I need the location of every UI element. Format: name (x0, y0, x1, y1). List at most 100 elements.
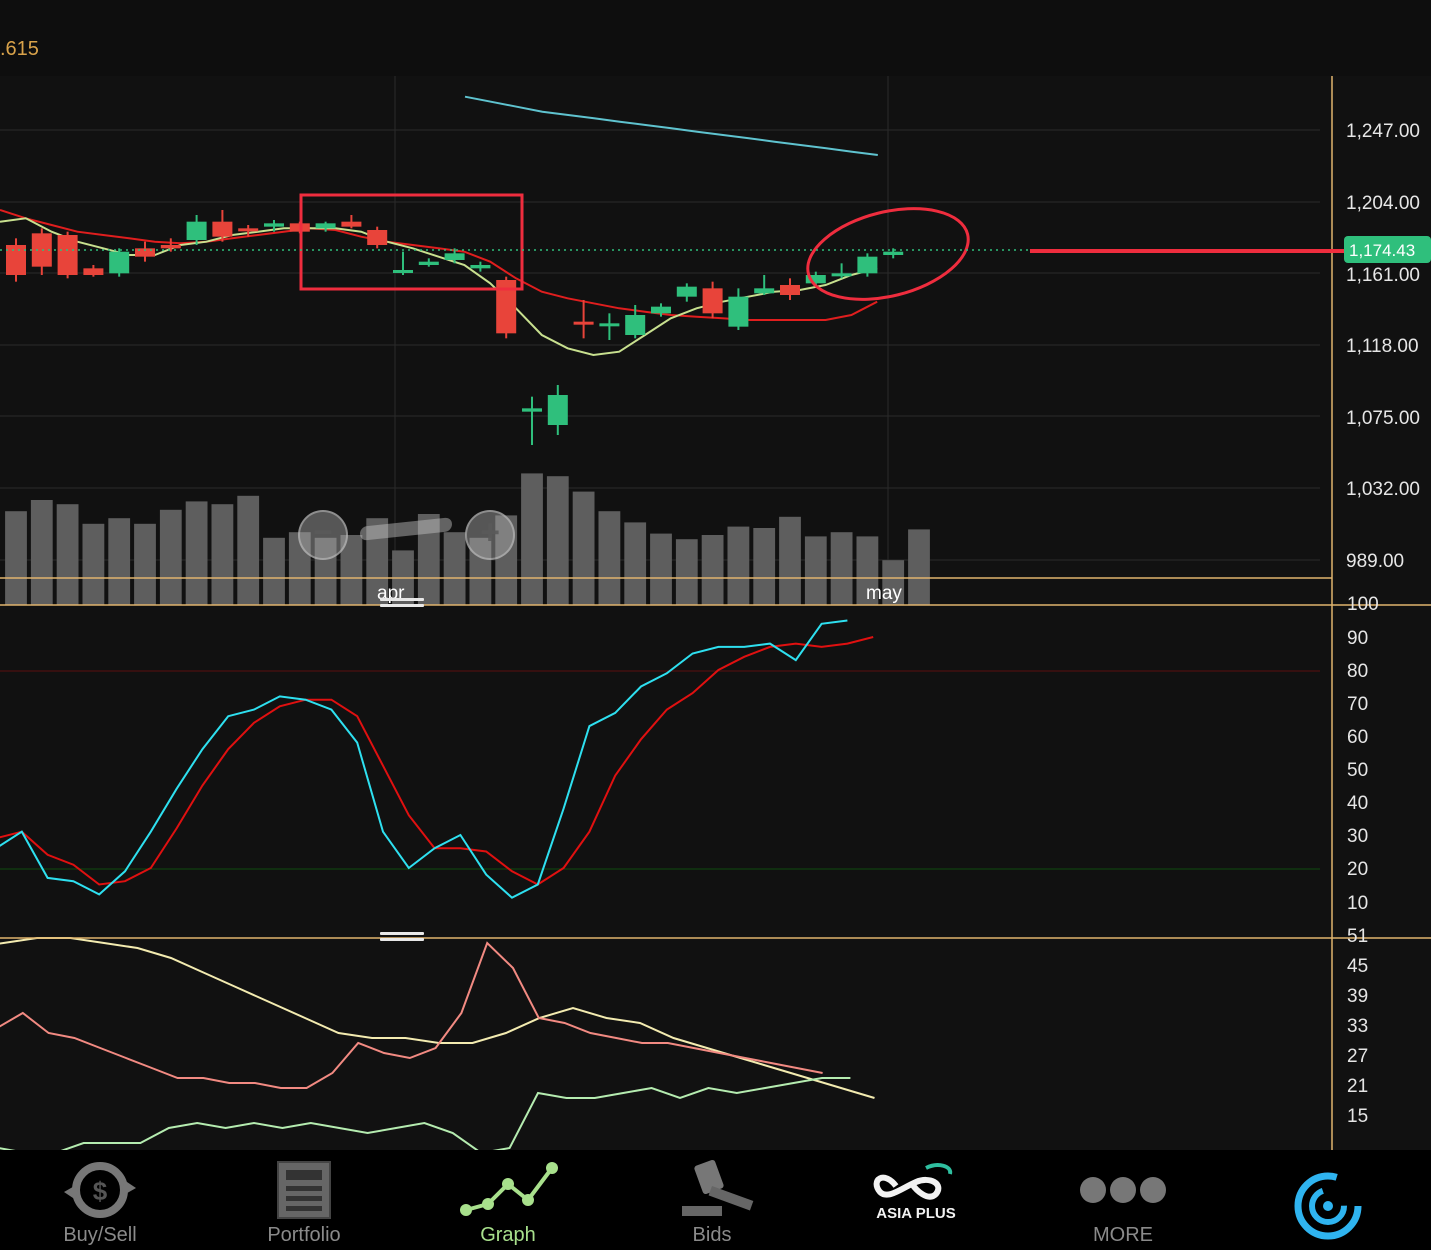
volume-bar (263, 537, 285, 605)
candle-body (367, 230, 388, 245)
candle-body (57, 235, 78, 275)
nav-label: Bids (692, 1224, 732, 1246)
candle-body (857, 256, 878, 274)
nav-graph[interactable]: Graph (408, 1150, 608, 1250)
buy-sell-icon: $ (64, 1162, 136, 1218)
candle-body (186, 221, 207, 240)
dmi-panel (0, 937, 875, 1150)
candle-body (6, 245, 26, 275)
candle-body (599, 323, 620, 327)
zoom-out-button[interactable]: − (298, 510, 348, 560)
volume-bar (5, 511, 27, 605)
stochastic-panel (0, 619, 874, 899)
volume-bar (159, 509, 182, 605)
nav-bids[interactable]: Bids (612, 1150, 812, 1250)
price-label: 1,204.00 (1346, 193, 1420, 214)
volume-bar (624, 522, 647, 605)
stoch-k-line (0, 619, 848, 899)
volume-bar (82, 523, 105, 605)
candle-body (212, 221, 233, 237)
volume-bar (727, 526, 750, 605)
dmi-label: 51 (1347, 926, 1368, 947)
candle-body (418, 261, 439, 265)
price-label: 1,075.00 (1346, 408, 1420, 429)
stoch-label: 20 (1347, 859, 1368, 880)
candle-body (238, 228, 259, 232)
nav-portfolio[interactable]: Portfolio (204, 1150, 404, 1250)
nav-asia-plus[interactable]: ASIA PLUS (816, 1150, 1016, 1250)
volume-bar (804, 536, 827, 605)
candle-body (83, 268, 104, 275)
candle-body (264, 223, 284, 227)
volume-bar (56, 504, 79, 605)
volume-bar (108, 518, 131, 605)
portfolio-icon (277, 1161, 331, 1219)
candle-body (780, 285, 800, 295)
zoom-in-button[interactable]: + (465, 510, 515, 560)
candle-body (160, 245, 181, 249)
volume-bar (443, 532, 466, 605)
panel-resize-handle-2[interactable] (380, 929, 424, 943)
candle-body (522, 408, 542, 412)
candlesticks[interactable] (6, 210, 904, 445)
stoch-label: 30 (1347, 826, 1368, 847)
volume-bar (211, 504, 234, 605)
price-grid (0, 76, 1320, 870)
dmi-label: 21 (1347, 1076, 1368, 1097)
stoch-label: 100 (1347, 594, 1379, 615)
volume-bar (521, 473, 543, 605)
nav-buy-sell[interactable]: $ Buy/Sell (0, 1150, 200, 1250)
date-label-may: may (866, 583, 902, 604)
nav-label: Graph (480, 1224, 536, 1246)
volume-bar (134, 523, 156, 605)
candle-body (341, 221, 362, 227)
volume-bar (675, 539, 698, 605)
candle-body (754, 288, 775, 294)
volume-bar (546, 476, 569, 605)
volume-bar (185, 501, 208, 605)
volume-bar (650, 533, 672, 605)
asia-plus-logo-text: ASIA PLUS (876, 1205, 955, 1222)
volume-bar (908, 529, 930, 605)
candle-body (444, 253, 465, 260)
candle-body (625, 315, 646, 335)
dmi-minus-line (0, 941, 823, 1089)
nav-refresh-logo[interactable] (1228, 1150, 1428, 1250)
candle-body (470, 265, 491, 269)
volume-bar (701, 535, 724, 605)
stoch-label: 10 (1347, 893, 1368, 914)
dmi-adx-line (0, 937, 875, 1099)
stoch-label: 40 (1347, 793, 1368, 814)
price-label: 1,032.00 (1346, 479, 1420, 500)
gavel-icon (682, 1159, 754, 1216)
volume-bar (598, 511, 621, 605)
candle-body (676, 286, 697, 297)
current-price-value: 1,174.43 (1349, 241, 1415, 260)
dmi-plus-line (0, 1077, 851, 1150)
nav-label: MORE (1093, 1224, 1153, 1246)
volume-bar (753, 528, 776, 605)
ma-cyan-line (464, 95, 878, 156)
asia-plus-logo: ASIA PLUS (873, 1163, 956, 1222)
price-label: 989.00 (1346, 551, 1404, 572)
volume-bar (572, 491, 595, 605)
stoch-label: 70 (1347, 694, 1368, 715)
nav-label: Buy/Sell (63, 1224, 137, 1246)
chart-area[interactable]: 1,247.00 1,204.00 1,161.00 1,118.00 1,07… (0, 0, 1431, 1150)
volume-bar (830, 532, 853, 605)
stoch-label: 90 (1347, 628, 1368, 649)
dmi-label: 39 (1347, 986, 1368, 1007)
stoch-label: 60 (1347, 727, 1368, 748)
app-screen: .615 1,247.00 1,204.00 1,161.00 1,118.00… (0, 0, 1431, 1250)
nav-more[interactable]: MORE (1023, 1150, 1223, 1250)
dmi-label: 27 (1347, 1046, 1368, 1067)
graph-icon (460, 1162, 558, 1216)
panel-resize-handle-1[interactable] (380, 595, 424, 609)
dmi-label: 33 (1347, 1016, 1368, 1037)
candle-body (831, 273, 852, 277)
stoch-label: 80 (1347, 661, 1368, 682)
volume-bar (779, 516, 801, 605)
price-label: 1,161.00 (1346, 265, 1420, 286)
candle-body (393, 270, 413, 273)
axes: 1,247.00 1,204.00 1,161.00 1,118.00 1,07… (0, 76, 1431, 1150)
